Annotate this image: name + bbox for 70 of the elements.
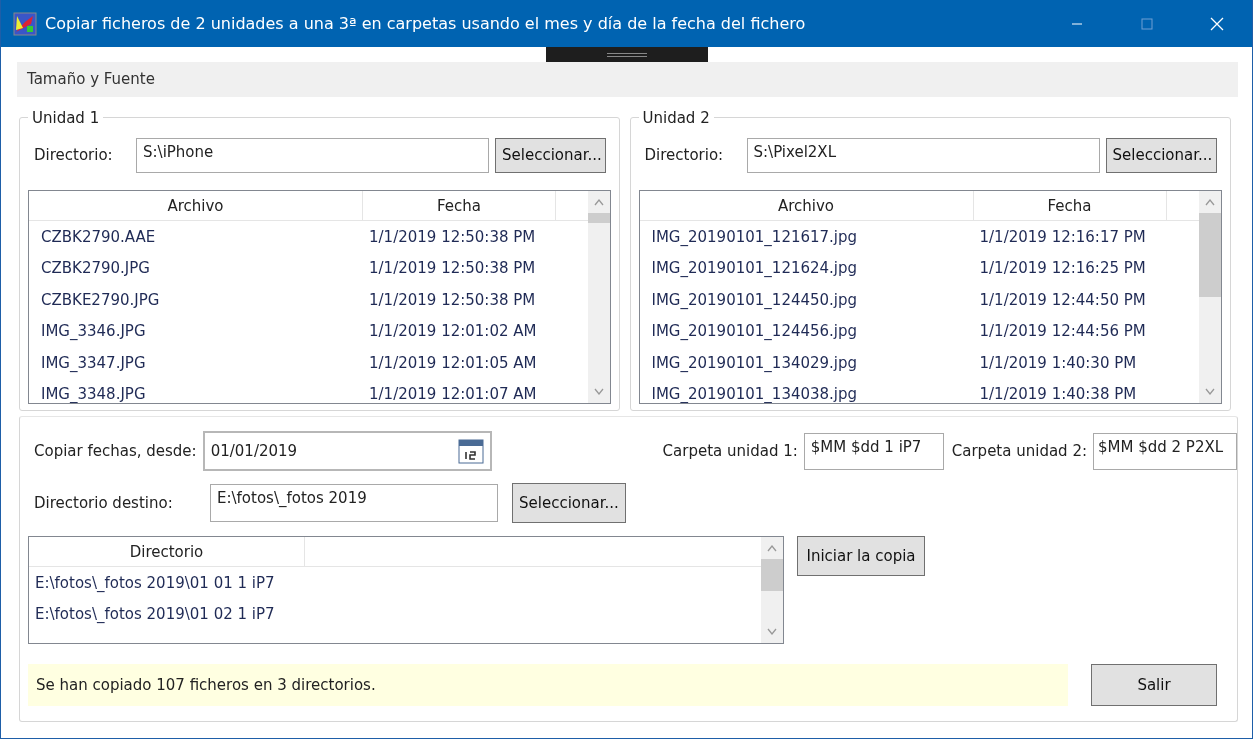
directory-path: E:\fotos\_fotos 2019\01 02 1 iP7	[34, 604, 275, 625]
folder-field[interactable]: $MM $dd 1 iP7	[803, 432, 944, 470]
status-message: Se han copiado 107 ficheros en 3 directorios.	[28, 664, 1068, 706]
date-value: 01/01/2019	[210, 440, 298, 462]
file-name: IMG_3348.JPG	[40, 384, 147, 403]
file-date: 1/1/2019 12:50:38 PM	[368, 289, 536, 311]
directory-path: E:\fotos\_fotos 2019\01 01 1 iP7	[34, 572, 275, 594]
select-button[interactable]: Seleccionar...	[495, 138, 606, 173]
calendar-icon[interactable]	[457, 438, 484, 464]
file-name: IMG_20190101_124456.jpg	[650, 321, 859, 342]
field-label: Copiar fechas, desde:	[33, 440, 197, 462]
file-date: 1/1/2019 12:16:17 PM	[978, 226, 1146, 248]
column-header[interactable]: Directorio	[29, 537, 305, 566]
scroll-down-icon	[767, 628, 777, 635]
file-name: CZBK2790.AAE	[40, 226, 157, 248]
column-header[interactable]: Archivo	[29, 191, 363, 220]
file-date: 1/1/2019 12:50:38 PM	[368, 258, 536, 279]
scroll-thumb[interactable]	[587, 213, 610, 223]
scroll-down-icon	[1205, 388, 1215, 395]
window-title: Copiar ficheros de 2 unidades a una 3ª en carpetas usando el mes y día de la fecha del fichero	[45, 12, 807, 35]
file-name: IMG_3346.JPG	[40, 321, 147, 342]
scroll-up-icon	[1205, 199, 1215, 206]
field-label: Directorio destino:	[33, 492, 174, 514]
directory-field[interactable]: S:\iPhone	[136, 138, 489, 173]
file-date: 1/1/2019 12:01:07 AM	[368, 384, 537, 403]
file-date: 1/1/2019 12:16:25 PM	[978, 258, 1146, 279]
file-name: IMG_3347.JPG	[40, 352, 147, 374]
field-label: Carpeta unidad 2:	[951, 440, 1087, 462]
exit-button[interactable]: Salir	[1091, 664, 1217, 706]
destination-field[interactable]: E:\fotos\_fotos 2019	[210, 484, 498, 522]
select-button[interactable]: Seleccionar...	[512, 483, 626, 523]
file-name: CZBKE2790.JPG	[40, 289, 161, 311]
folder-field[interactable]: $MM $dd 2 P2XL	[1093, 432, 1237, 470]
file-date: 1/1/2019 12:44:56 PM	[978, 321, 1146, 342]
column-header[interactable]: Fecha	[363, 191, 556, 220]
scroll-down-icon	[593, 388, 604, 395]
app-icon	[13, 11, 37, 36]
column-header[interactable]: Fecha	[973, 191, 1167, 220]
directory-field[interactable]: S:\Pixel2XL	[746, 138, 1100, 173]
file-date: 1/1/2019 1:40:30 PM	[978, 352, 1137, 374]
menu-item[interactable]: Tamaño y Fuente	[27, 68, 155, 91]
maximize-icon	[1141, 17, 1153, 30]
file-name: IMG_20190101_124450.jpg	[650, 289, 859, 311]
close-icon	[1210, 16, 1224, 31]
file-date: 1/1/2019 12:50:38 PM	[368, 226, 536, 248]
drag-handle[interactable]	[545, 47, 708, 62]
scroll-up-icon	[593, 199, 604, 206]
grip-icon	[606, 51, 647, 58]
file-name: IMG_20190101_121617.jpg	[650, 226, 859, 248]
field-label: Carpeta unidad 1:	[662, 440, 798, 462]
file-name: CZBK2790.JPG	[40, 258, 151, 279]
scroll-thumb[interactable]	[1199, 213, 1221, 297]
file-name: IMG_20190101_134029.jpg	[650, 352, 859, 374]
column-header[interactable]: Archivo	[639, 191, 974, 220]
field-label: Directorio:	[643, 145, 725, 167]
scrollbar[interactable]	[1199, 191, 1221, 403]
file-date: 1/1/2019 12:01:02 AM	[368, 321, 537, 342]
scroll-thumb[interactable]	[761, 559, 783, 591]
file-date: 1/1/2019 12:01:05 AM	[368, 352, 537, 374]
select-button[interactable]: Seleccionar...	[1105, 138, 1217, 173]
file-name: IMG_20190101_121624.jpg	[650, 258, 859, 279]
scroll-up-icon	[767, 545, 777, 552]
file-name: IMG_20190101_134038.jpg	[650, 384, 859, 403]
scrollbar[interactable]	[761, 537, 783, 643]
file-date: 1/1/2019 12:44:50 PM	[978, 289, 1146, 311]
file-date: 1/1/2019 1:40:38 PM	[978, 384, 1137, 403]
field-label: Directorio:	[33, 145, 114, 167]
scrollbar[interactable]	[587, 191, 610, 403]
date-picker[interactable]: 01/01/2019	[202, 431, 492, 471]
start-copy-button[interactable]: Iniciar la copia	[797, 536, 925, 576]
